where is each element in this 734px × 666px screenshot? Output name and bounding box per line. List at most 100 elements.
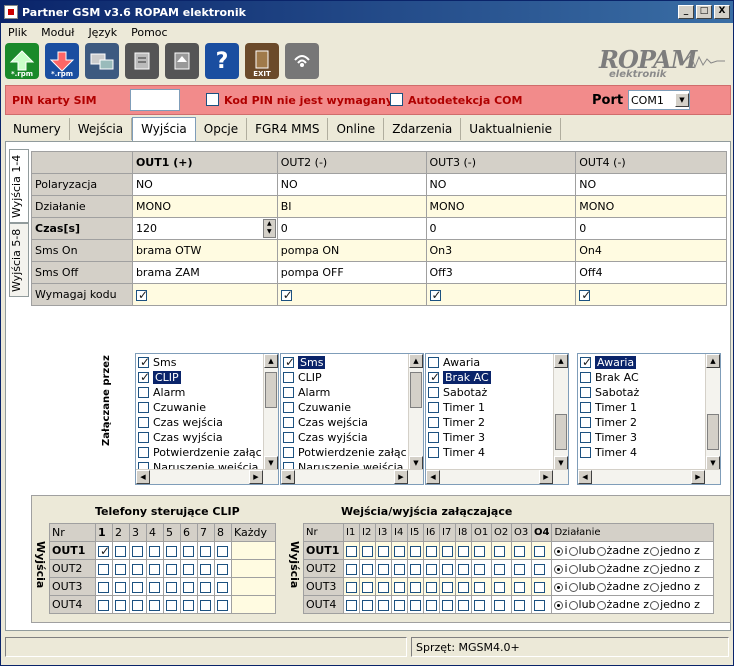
wz-cell[interactable]: [530, 541, 553, 560]
wz-cell[interactable]: [455, 559, 472, 578]
cell-sms-off-out2[interactable]: pompa OFF: [276, 261, 427, 284]
wz-cell[interactable]: [471, 559, 492, 578]
trigger-item[interactable]: Czas wyjścia: [281, 430, 423, 445]
clip-checkbox[interactable]: [115, 563, 126, 575]
trigger-checkbox[interactable]: [580, 432, 591, 443]
scroll-up-icon[interactable]: ▲: [554, 354, 568, 368]
wz-checkbox[interactable]: [474, 545, 485, 557]
trigger-item[interactable]: Timer 1: [578, 400, 720, 415]
wz-checkbox[interactable]: [494, 545, 505, 557]
action-radio[interactable]: [596, 564, 606, 574]
vtab-wyjscia-1-4[interactable]: Wyjścia 1-4: [9, 149, 29, 223]
clip-cell[interactable]: [146, 559, 164, 578]
trigger-checkbox[interactable]: [138, 355, 150, 369]
wz-checkbox[interactable]: [458, 563, 469, 575]
clip-kazdy-cell[interactable]: [231, 577, 276, 596]
tab-numery[interactable]: Numery: [5, 118, 70, 140]
wz-checkbox[interactable]: [442, 599, 453, 611]
trigger-checkbox[interactable]: [580, 417, 591, 428]
menu-pomoc[interactable]: Pomoc: [124, 24, 174, 42]
wz-checkbox[interactable]: [410, 545, 421, 557]
menu-jezyk[interactable]: Język: [81, 24, 124, 42]
czas-spinner[interactable]: ▲ ▼: [262, 219, 276, 238]
wz-cell[interactable]: [439, 595, 456, 614]
action-radio[interactable]: [568, 564, 578, 574]
trigger-checkbox[interactable]: [138, 432, 149, 443]
cell-sms-off-out3[interactable]: Off3: [425, 261, 577, 284]
wz-cell[interactable]: [511, 577, 532, 596]
clip-checkbox[interactable]: [149, 563, 160, 575]
clip-checkbox[interactable]: [217, 581, 228, 593]
clip-checkbox[interactable]: [149, 545, 160, 557]
exit-icon[interactable]: EXIT: [245, 43, 279, 79]
trigger-checkbox[interactable]: [283, 387, 294, 398]
clip-checkbox[interactable]: [98, 563, 109, 575]
trigger-item[interactable]: Sms: [281, 355, 423, 370]
scroll-right-icon[interactable]: ▶: [691, 470, 705, 484]
trigger-item[interactable]: Alarm: [136, 385, 278, 400]
wz-cell[interactable]: [359, 595, 376, 614]
wymagaj-kodu-out2-checkbox[interactable]: [276, 283, 427, 306]
action-radio[interactable]: [596, 582, 606, 592]
clip-checkbox[interactable]: [115, 581, 126, 593]
trigger-checkbox[interactable]: [428, 417, 439, 428]
scroll-right-icon[interactable]: ▶: [539, 470, 553, 484]
wz-cell[interactable]: [455, 541, 472, 560]
chevron-down-icon[interactable]: ▼: [675, 93, 689, 107]
wz-checkbox[interactable]: [346, 563, 357, 575]
action-radio[interactable]: [650, 564, 660, 574]
clip-checkbox[interactable]: [183, 599, 194, 611]
wz-cell[interactable]: [439, 577, 456, 596]
wz-checkbox[interactable]: [534, 563, 545, 575]
scroll-down-icon[interactable]: ▼: [264, 456, 278, 470]
trigger-checkbox[interactable]: [283, 355, 295, 369]
wz-checkbox[interactable]: [494, 563, 505, 575]
clip-checkbox[interactable]: [132, 545, 143, 557]
clip-checkbox[interactable]: [217, 599, 228, 611]
wz-cell[interactable]: [471, 541, 492, 560]
wz-cell[interactable]: [423, 541, 440, 560]
trigger-checkbox[interactable]: [580, 402, 591, 413]
connect-icon[interactable]: [85, 43, 119, 79]
clip-cell[interactable]: [112, 541, 130, 560]
clip-cell[interactable]: [163, 595, 181, 614]
clip-cell[interactable]: [214, 559, 232, 578]
clip-checkbox[interactable]: [217, 545, 228, 557]
scroll-up-icon[interactable]: ▲: [706, 354, 720, 368]
action-radio[interactable]: [596, 546, 606, 556]
wz-checkbox[interactable]: [514, 545, 525, 557]
wz-checkbox[interactable]: [378, 599, 389, 611]
wireless-icon[interactable]: [285, 43, 319, 79]
wz-cell[interactable]: [439, 559, 456, 578]
action-radio[interactable]: [568, 582, 578, 592]
wz-checkbox[interactable]: [410, 599, 421, 611]
trigger-checkbox[interactable]: [580, 447, 591, 458]
trigger-checkbox[interactable]: [283, 417, 294, 428]
wz-checkbox[interactable]: [426, 563, 437, 575]
module-read-icon[interactable]: [125, 43, 159, 79]
clip-checkbox[interactable]: [200, 581, 211, 593]
maximize-button[interactable]: □: [696, 5, 712, 19]
scroll-thumb[interactable]: [265, 372, 277, 408]
clip-cell[interactable]: [129, 559, 147, 578]
tab-online[interactable]: Online: [328, 118, 385, 140]
trigger-item[interactable]: Timer 3: [426, 430, 568, 445]
wz-cell[interactable]: [491, 559, 512, 578]
clip-cell[interactable]: [112, 577, 130, 596]
wz-checkbox[interactable]: [426, 599, 437, 611]
clip-checkbox[interactable]: [149, 581, 160, 593]
clip-cell[interactable]: [163, 559, 181, 578]
trigger-checkbox[interactable]: [580, 372, 591, 383]
wz-checkbox[interactable]: [426, 545, 437, 557]
wz-cell[interactable]: [343, 595, 360, 614]
wz-checkbox[interactable]: [426, 581, 437, 593]
clip-checkbox[interactable]: [183, 545, 194, 557]
wz-checkbox[interactable]: [514, 599, 525, 611]
scroll-right-icon[interactable]: ▶: [249, 470, 263, 484]
help-icon[interactable]: ?: [205, 43, 239, 79]
wz-cell[interactable]: [375, 577, 392, 596]
action-radio[interactable]: [650, 546, 660, 556]
trigger-checkbox[interactable]: [428, 402, 439, 413]
trigger-checkbox[interactable]: [138, 417, 149, 428]
wz-cell[interactable]: [407, 541, 424, 560]
